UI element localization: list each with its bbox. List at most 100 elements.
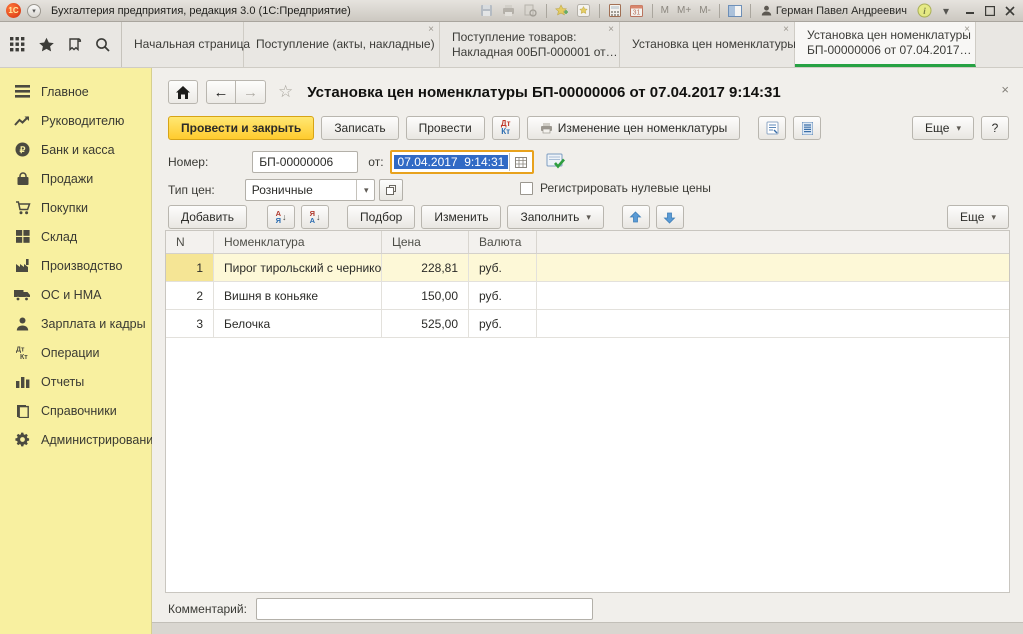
- history-icon[interactable]: [64, 34, 86, 56]
- search-icon[interactable]: [92, 34, 114, 56]
- sidebar-item-purchases[interactable]: Покупки: [0, 193, 151, 222]
- status-strip: [152, 622, 1023, 634]
- tab-close-icon[interactable]: ×: [783, 25, 789, 35]
- help-button[interactable]: ?: [981, 116, 1009, 140]
- tab-close-icon[interactable]: ×: [964, 25, 970, 35]
- sidebar-item-sales[interactable]: Продажи: [0, 164, 151, 193]
- tab-home[interactable]: Начальная страница: [122, 22, 244, 67]
- caret-down-icon[interactable]: ▾: [356, 180, 374, 200]
- back-button[interactable]: ←: [206, 80, 236, 104]
- comment-input[interactable]: [256, 598, 593, 620]
- column-header-price[interactable]: Цена: [382, 231, 469, 253]
- show-postings-button[interactable]: ДтКт: [492, 116, 520, 140]
- edit-button[interactable]: Изменить: [421, 205, 501, 229]
- favorites-icon[interactable]: [575, 3, 593, 19]
- print-preview-icon[interactable]: [522, 3, 540, 19]
- print-icon[interactable]: [500, 3, 518, 19]
- pick-button[interactable]: Подбор: [347, 205, 415, 229]
- split-window-icon[interactable]: [726, 3, 744, 19]
- titlebar-separator: [546, 4, 547, 18]
- sidebar-item-operations[interactable]: ДтКт Операции: [0, 338, 151, 367]
- nomenclature-cell[interactable]: Белочка: [214, 310, 382, 337]
- move-row-down-button[interactable]: [656, 205, 684, 229]
- memory-subtract-button[interactable]: M-: [697, 5, 713, 16]
- minimize-button[interactable]: [963, 5, 977, 17]
- current-user-button[interactable]: Герман Павел Андреевич: [757, 5, 911, 17]
- bag-icon: [14, 170, 31, 187]
- nomenclature-cell[interactable]: Пирог тирольский с черникой: [214, 254, 382, 281]
- sidebar-item-fixed-assets[interactable]: ОС и НМА: [0, 280, 151, 309]
- column-header-n[interactable]: N: [166, 231, 214, 253]
- tab-price-setting-document[interactable]: Установка цен номенклатуры БП-00000006 о…: [795, 22, 976, 67]
- move-row-up-button[interactable]: [622, 205, 650, 229]
- maximize-button[interactable]: [983, 5, 997, 17]
- memory-add-button[interactable]: M+: [675, 5, 693, 16]
- empty-cell: [537, 310, 1009, 337]
- fill-button[interactable]: Заполнить▾: [507, 205, 603, 229]
- date-input[interactable]: 07.04.2017 9:14:31: [390, 150, 535, 174]
- system-menu-button[interactable]: ▾: [27, 4, 41, 18]
- calendar-picker-icon[interactable]: [509, 153, 531, 171]
- sidebar-item-reports[interactable]: Отчеты: [0, 367, 151, 396]
- table-more-button[interactable]: Еще▾: [947, 205, 1009, 229]
- tab-price-setting-list[interactable]: Установка цен номенклатуры ×: [620, 22, 795, 67]
- forward-button[interactable]: →: [236, 80, 266, 104]
- titlebar: 1С ▾ Бухгалтерия предприятия, редакция 3…: [0, 0, 1023, 22]
- form-close-icon[interactable]: ×: [1001, 82, 1009, 97]
- more-button[interactable]: Еще▾: [912, 116, 974, 140]
- table-row[interactable]: 3 Белочка 525,00 руб.: [166, 310, 1009, 338]
- app-logo-icon[interactable]: 1С: [6, 3, 21, 18]
- tab-goods-receipt[interactable]: Поступление товаров: Накладная 00БП-0000…: [440, 22, 620, 67]
- add-favorite-icon[interactable]: [553, 3, 571, 19]
- calendar-icon[interactable]: 31: [628, 3, 646, 19]
- document-form: × ← → ☆ Установка цен номенклатуры БП-00…: [152, 68, 1023, 634]
- sort-descending-button[interactable]: ЯА↓: [301, 205, 329, 229]
- save-button[interactable]: Записать: [321, 116, 398, 140]
- sidebar-item-directories[interactable]: Справочники: [0, 396, 151, 425]
- sort-ascending-button[interactable]: АЯ↓: [267, 205, 295, 229]
- sidebar-item-payroll[interactable]: Зарплата и кадры: [0, 309, 151, 338]
- close-button[interactable]: [1003, 5, 1017, 17]
- sidebar-item-bank-cash[interactable]: ₽ Банк и касса: [0, 135, 151, 164]
- report-icon-button[interactable]: [758, 116, 786, 140]
- add-row-button[interactable]: Добавить: [168, 205, 247, 229]
- post-button[interactable]: Провести: [406, 116, 485, 140]
- calculator-icon[interactable]: [606, 3, 624, 19]
- tab-close-icon[interactable]: ×: [428, 25, 434, 35]
- favorite-star-icon[interactable]: ☆: [278, 82, 293, 102]
- main-menu-icon[interactable]: [7, 34, 29, 56]
- memory-recall-button[interactable]: M: [659, 5, 671, 16]
- price-cell[interactable]: 228,81: [382, 254, 469, 281]
- post-and-close-button[interactable]: Провести и закрыть: [168, 116, 314, 140]
- sidebar-item-manager[interactable]: Руководителю: [0, 106, 151, 135]
- tab-close-icon[interactable]: ×: [608, 25, 614, 35]
- column-header-nomenclature[interactable]: Номенклатура: [214, 231, 382, 253]
- nomenclature-cell[interactable]: Вишня в коньяке: [214, 282, 382, 309]
- info-caret-button[interactable]: ▾: [937, 3, 955, 19]
- currency-cell: руб.: [469, 254, 537, 281]
- column-header-currency[interactable]: Валюта: [469, 231, 537, 253]
- price-cell[interactable]: 150,00: [382, 282, 469, 309]
- price-type-select[interactable]: Розничные ▾: [245, 179, 375, 201]
- number-input[interactable]: [252, 151, 358, 173]
- register-zero-prices-option[interactable]: Регистрировать нулевые цены: [520, 181, 711, 195]
- sidebar-item-administration[interactable]: Администрирование: [0, 425, 151, 454]
- document-structure-button[interactable]: [793, 116, 821, 140]
- sidebar-item-label: Руководителю: [41, 114, 124, 128]
- table-row[interactable]: 1 Пирог тирольский с черникой 228,81 руб…: [166, 254, 1009, 282]
- change-prices-print-button[interactable]: Изменение цен номенклатуры: [527, 116, 741, 140]
- table-row[interactable]: 2 Вишня в коньяке 150,00 руб.: [166, 282, 1009, 310]
- sidebar-item-production[interactable]: Производство: [0, 251, 151, 280]
- open-price-type-button[interactable]: [379, 179, 403, 201]
- fill-label: Заполнить: [520, 210, 579, 224]
- home-button[interactable]: [168, 80, 198, 104]
- tab-receipts-list[interactable]: Поступление (акты, накладные) ×: [244, 22, 440, 67]
- save-icon[interactable]: [478, 3, 496, 19]
- sidebar-item-main[interactable]: Главное: [0, 77, 151, 106]
- column-header-empty: [537, 231, 1009, 253]
- sidebar-item-warehouse[interactable]: Склад: [0, 222, 151, 251]
- favorites-star-icon[interactable]: [35, 34, 57, 56]
- price-cell[interactable]: 525,00: [382, 310, 469, 337]
- checkbox-icon[interactable]: [520, 182, 533, 195]
- info-icon[interactable]: i: [915, 3, 933, 19]
